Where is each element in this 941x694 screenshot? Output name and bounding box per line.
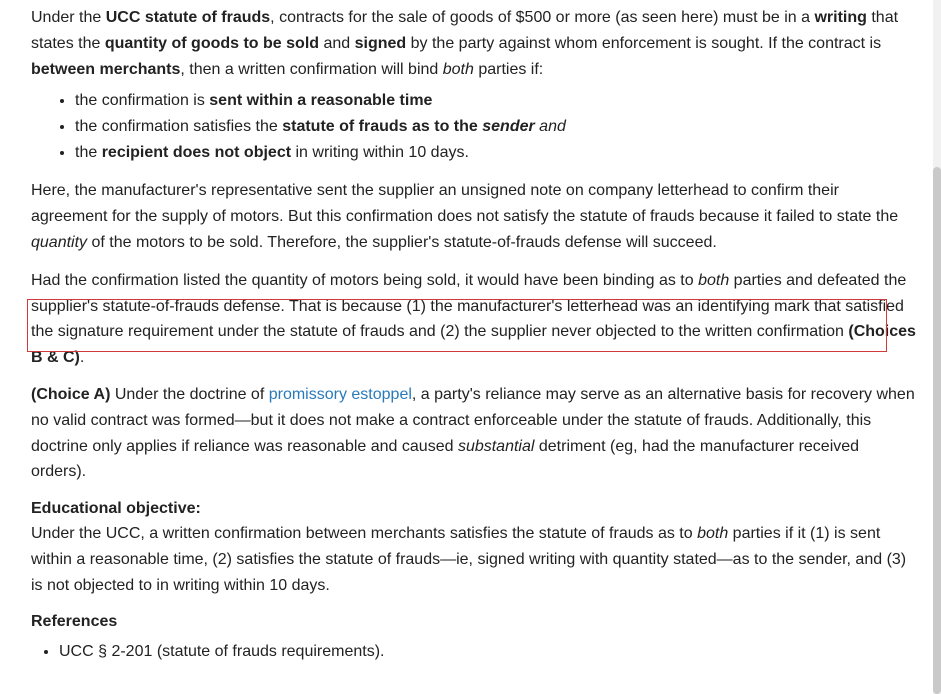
vertical-scrollbar[interactable] xyxy=(933,0,941,694)
references-heading: References xyxy=(31,612,118,630)
list-item: the confirmation is sent within a reason… xyxy=(75,88,916,114)
promissory-estoppel-link[interactable]: promissory estoppel xyxy=(269,386,412,403)
rule-paragraph: Under the UCC statute of frauds, contrac… xyxy=(31,9,899,78)
list-item: the confirmation satisfies the statute o… xyxy=(75,114,916,140)
educational-objective-heading: Educational objective: xyxy=(31,500,201,518)
application-paragraph: Here, the manufacturer's representative … xyxy=(31,182,899,251)
list-item: the recipient does not object in writing… xyxy=(75,140,916,166)
confirmation-requirements-list: the confirmation is sent within a reason… xyxy=(31,88,916,166)
educational-objective-text: Under the UCC, a written confirmation be… xyxy=(31,525,907,594)
scrollbar-thumb[interactable] xyxy=(933,167,941,694)
references-list: UCC § 2-201 (statute of frauds requireme… xyxy=(31,639,916,665)
hypothetical-paragraph: Had the confirmation listed the quantity… xyxy=(31,271,916,367)
explanation-content: Under the UCC statute of frauds, contrac… xyxy=(31,5,916,665)
reference-item: UCC § 2-201 (statute of frauds requireme… xyxy=(59,639,916,665)
choice-a-paragraph: (Choice A) Under the doctrine of promiss… xyxy=(31,385,915,481)
